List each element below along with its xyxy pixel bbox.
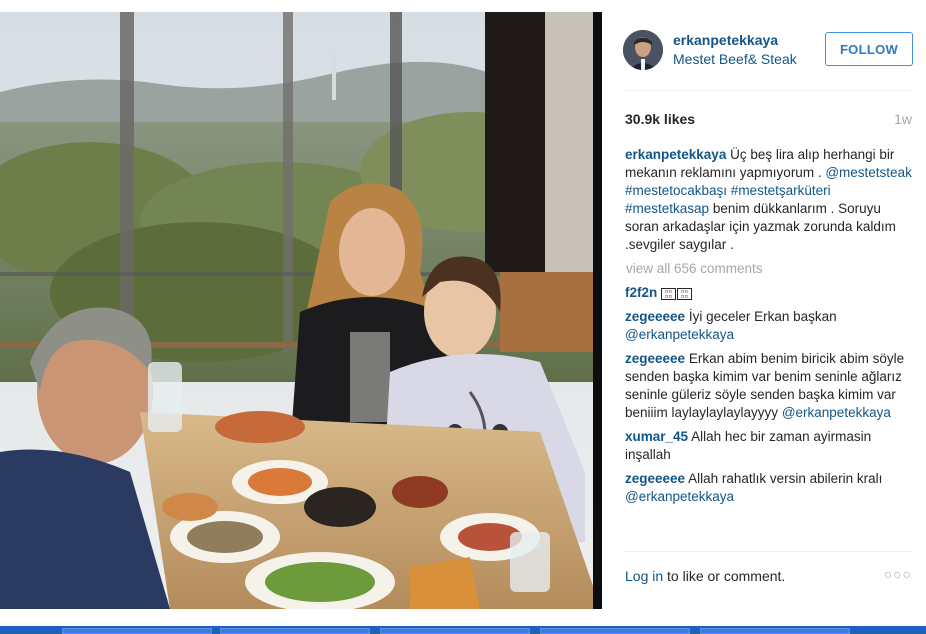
likes-count[interactable]: 30.9k likes [625, 111, 695, 127]
comment-mention[interactable]: @erkanpetekkaya [625, 327, 734, 342]
comment-username[interactable]: f2f2n [625, 285, 657, 300]
login-prompt: Log in to like or comment. [625, 568, 785, 584]
restaurant-selfie-image [0, 12, 601, 609]
comments-list[interactable]: erkanpetekkaya Üç beş lira alıp herhangi… [625, 146, 915, 542]
avatar-image [623, 30, 663, 70]
comment-item: zegeeeee İyi geceler Erkan başkan @erkan… [625, 308, 915, 344]
comment-item: xumar_45 Allah hec bir zaman ayirmasin i… [625, 428, 915, 464]
caption: erkanpetekkaya Üç beş lira alıp herhangi… [625, 146, 915, 254]
photo-divider [593, 12, 602, 609]
divider [623, 90, 913, 91]
login-prompt-text: to like or comment. [663, 568, 786, 584]
instagram-post-view: erkanpetekkaya Mestet Beef& Steak FOLLOW… [0, 0, 926, 634]
post-username[interactable]: erkanpetekkaya [673, 32, 778, 48]
caption-username[interactable]: erkanpetekkaya [625, 147, 726, 162]
taskbar-item[interactable] [62, 628, 212, 634]
comment-text: İyi geceler Erkan başkan [688, 309, 837, 324]
emoji-glyph-icon: ▫▫ ▫▫ [661, 288, 677, 300]
avatar[interactable] [623, 30, 663, 70]
post-header: erkanpetekkaya Mestet Beef& Steak FOLLOW [602, 12, 926, 90]
comment-username[interactable]: zegeeeee [625, 351, 685, 366]
comment-username[interactable]: zegeeeee [625, 471, 685, 486]
comment-mention[interactable]: @erkanpetekkaya [782, 405, 891, 420]
post-photo[interactable] [0, 12, 601, 609]
divider [623, 551, 913, 552]
more-options-icon[interactable]: ○○○ [884, 566, 912, 582]
comment-text: Allah rahatlık versin abilerin kralı [688, 471, 883, 486]
follow-button[interactable]: FOLLOW [825, 32, 913, 66]
taskbar-item[interactable] [220, 628, 370, 634]
post-side-panel: erkanpetekkaya Mestet Beef& Steak FOLLOW… [602, 12, 926, 609]
comment-item: zegeeeee Allah rahatlık versin abilerin … [625, 470, 915, 506]
login-link[interactable]: Log in [625, 568, 663, 584]
taskbar-item[interactable] [540, 628, 690, 634]
comment-item: zegeeeee Erkan abim benim biricik abim s… [625, 350, 915, 422]
taskbar-item[interactable] [380, 628, 530, 634]
comment-username[interactable]: zegeeeee [625, 309, 685, 324]
post-location[interactable]: Mestet Beef& Steak [673, 51, 797, 67]
comment-username[interactable]: xumar_45 [625, 429, 688, 444]
emoji-glyph-icon: ▫▫ ▫▫ [677, 288, 693, 300]
comment-item: f2f2n ▫▫ ▫▫▫▫ ▫▫ [625, 284, 915, 302]
post-time[interactable]: 1w [894, 111, 912, 127]
comment-mention[interactable]: @erkanpetekkaya [625, 489, 734, 504]
view-all-comments-link[interactable]: view all 656 comments [626, 260, 915, 278]
taskbar-item[interactable] [700, 628, 850, 634]
